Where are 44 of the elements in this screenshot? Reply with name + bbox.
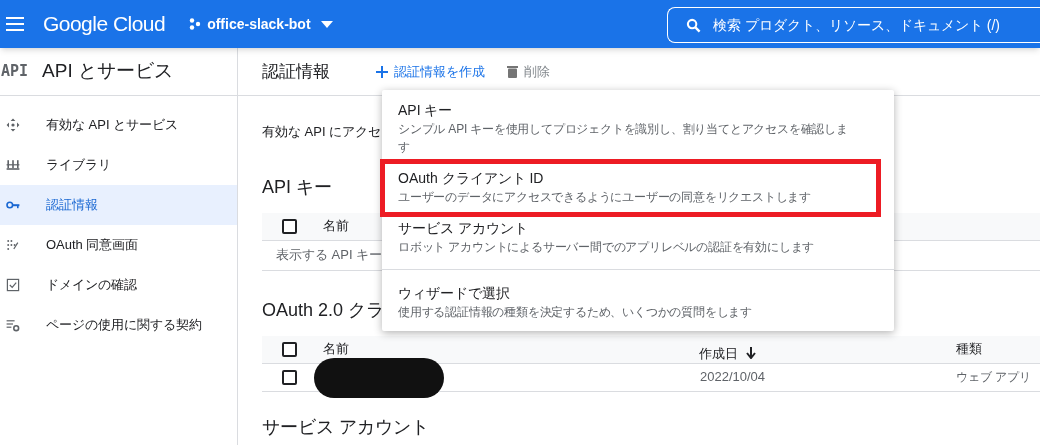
- trash-icon: [507, 65, 518, 78]
- checkbox[interactable]: [282, 341, 297, 357]
- move-arrows-icon: [5, 117, 21, 133]
- sidebar-item[interactable]: 有効な API とサービス: [0, 105, 237, 145]
- menu-item[interactable]: API キー シンプル API キーを使用してプロジェクトを識別し、割り当てとアクセスを確認します: [382, 94, 894, 162]
- menu-item[interactable]: ウィザードで選択 使用する認証情報の種類を決定するため、いくつかの質問をします: [382, 277, 894, 327]
- checkbox[interactable]: [282, 218, 297, 234]
- sort-arrow-icon: [746, 347, 756, 360]
- sidebar-item[interactable]: OAuth 同意画面: [0, 225, 237, 265]
- search-icon: [686, 17, 701, 33]
- list-gear-icon: [5, 317, 21, 333]
- column-header[interactable]: 種類: [956, 339, 982, 359]
- project-selector[interactable]: office-slack-bot: [189, 13, 333, 35]
- section-heading: サービス アカウント: [262, 415, 429, 439]
- page-title: 認証情報: [262, 60, 330, 83]
- section-heading: API キー: [262, 175, 332, 199]
- sidebar-item[interactable]: ページの使用に関する契約: [0, 305, 237, 345]
- table-cell-text: 2022/10/04: [700, 368, 766, 387]
- empty-message: 表示する API キー: [276, 246, 383, 265]
- plus-icon: [376, 65, 388, 78]
- caret-icon: [320, 20, 333, 28]
- menu-icon[interactable]: [6, 17, 24, 31]
- column-header[interactable]: 名前: [323, 339, 349, 359]
- search-field[interactable]: 検索 プロダクト、リソース、ドキュメント (/): [667, 7, 1040, 43]
- menu-item[interactable]: OAuth クライアント ID ユーザーのデータにアクセスできるようにユーザーの同意をリクエストします: [382, 162, 894, 212]
- create-credentials-button[interactable]: 認証情報を作成: [376, 61, 485, 82]
- library-icon: [5, 157, 21, 173]
- menu-item[interactable]: サービス アカウント ロボット アカウントによるサーバー間でのアプリレベルの認証を有効にします: [382, 212, 894, 262]
- column-header[interactable]: 名前: [323, 216, 349, 236]
- brand-logo[interactable]: Google Cloud: [43, 8, 166, 40]
- sidebar-item[interactable]: ドメインの確認: [0, 265, 237, 305]
- sidebar-item[interactable]: ライブラリ: [0, 145, 237, 185]
- column-header[interactable]: 作成日: [699, 343, 756, 363]
- checkbox-icon: [5, 277, 21, 293]
- sidebar-item[interactable]: 認証情報: [0, 185, 237, 225]
- sidebar-title: API とサービス: [42, 59, 173, 84]
- intro-text: 有効な API にアクセ: [262, 123, 382, 141]
- project-dots-icon: [189, 18, 202, 30]
- api-logo: API: [1, 61, 29, 83]
- section-heading: OAuth 2.0 クラ: [262, 298, 385, 322]
- table-cell-text: ウェブ アプリ: [956, 369, 1032, 386]
- checkbox[interactable]: [282, 369, 297, 385]
- dotted-list-icon: [5, 237, 21, 253]
- delete-button[interactable]: 削除: [507, 61, 550, 82]
